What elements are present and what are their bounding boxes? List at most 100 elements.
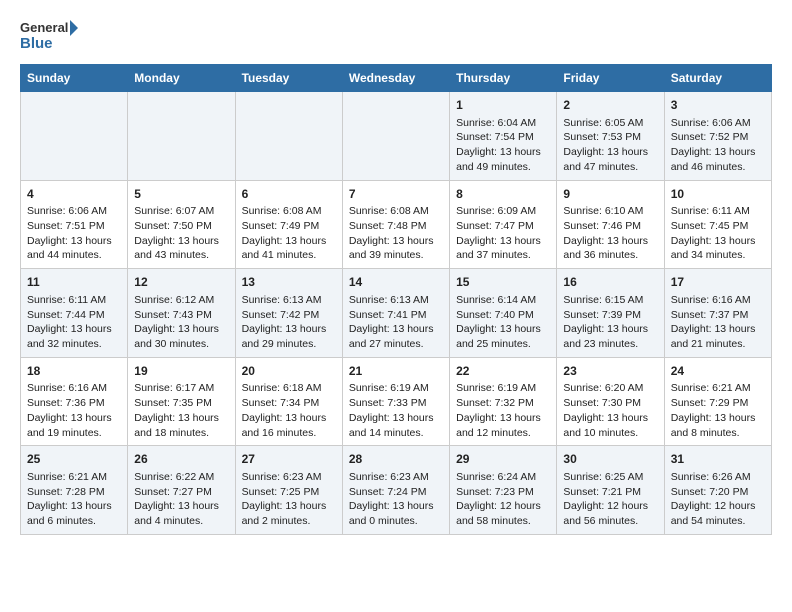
day-number: 6 xyxy=(242,186,336,203)
week-row-1: 1Sunrise: 6:04 AMSunset: 7:54 PMDaylight… xyxy=(21,92,772,181)
day-header-monday: Monday xyxy=(128,65,235,92)
day-number: 25 xyxy=(27,451,121,468)
day-info: and 44 minutes. xyxy=(27,248,121,263)
day-info: Sunrise: 6:21 AM xyxy=(27,470,121,485)
day-number: 27 xyxy=(242,451,336,468)
calendar-cell: 21Sunrise: 6:19 AMSunset: 7:33 PMDayligh… xyxy=(342,357,449,446)
day-info: and 49 minutes. xyxy=(456,160,550,175)
day-info: and 2 minutes. xyxy=(242,514,336,529)
calendar-cell: 16Sunrise: 6:15 AMSunset: 7:39 PMDayligh… xyxy=(557,269,664,358)
day-number: 11 xyxy=(27,274,121,291)
day-info: Sunset: 7:36 PM xyxy=(27,396,121,411)
day-header-saturday: Saturday xyxy=(664,65,771,92)
day-number: 2 xyxy=(563,97,657,114)
calendar-cell: 13Sunrise: 6:13 AMSunset: 7:42 PMDayligh… xyxy=(235,269,342,358)
day-number: 9 xyxy=(563,186,657,203)
calendar-cell: 29Sunrise: 6:24 AMSunset: 7:23 PMDayligh… xyxy=(450,446,557,535)
calendar-cell: 26Sunrise: 6:22 AMSunset: 7:27 PMDayligh… xyxy=(128,446,235,535)
day-number: 10 xyxy=(671,186,765,203)
calendar-cell: 5Sunrise: 6:07 AMSunset: 7:50 PMDaylight… xyxy=(128,180,235,269)
calendar-cell: 30Sunrise: 6:25 AMSunset: 7:21 PMDayligh… xyxy=(557,446,664,535)
header-row: SundayMondayTuesdayWednesdayThursdayFrid… xyxy=(21,65,772,92)
day-info: and 54 minutes. xyxy=(671,514,765,529)
calendar-cell: 9Sunrise: 6:10 AMSunset: 7:46 PMDaylight… xyxy=(557,180,664,269)
day-info: Sunrise: 6:08 AM xyxy=(242,204,336,219)
calendar-cell: 31Sunrise: 6:26 AMSunset: 7:20 PMDayligh… xyxy=(664,446,771,535)
day-info: Daylight: 13 hours xyxy=(671,411,765,426)
day-info: Sunset: 7:42 PM xyxy=(242,308,336,323)
day-info: Sunset: 7:34 PM xyxy=(242,396,336,411)
day-info: Daylight: 13 hours xyxy=(349,411,443,426)
day-info: Sunset: 7:49 PM xyxy=(242,219,336,234)
day-header-tuesday: Tuesday xyxy=(235,65,342,92)
day-info: Daylight: 13 hours xyxy=(563,322,657,337)
calendar-cell: 18Sunrise: 6:16 AMSunset: 7:36 PMDayligh… xyxy=(21,357,128,446)
day-info: Sunrise: 6:13 AM xyxy=(242,293,336,308)
calendar-cell xyxy=(235,92,342,181)
day-info: Daylight: 13 hours xyxy=(671,145,765,160)
day-info: Daylight: 13 hours xyxy=(349,234,443,249)
day-info: and 23 minutes. xyxy=(563,337,657,352)
day-info: Sunset: 7:21 PM xyxy=(563,485,657,500)
day-info: and 0 minutes. xyxy=(349,514,443,529)
day-info: Sunrise: 6:25 AM xyxy=(563,470,657,485)
week-row-5: 25Sunrise: 6:21 AMSunset: 7:28 PMDayligh… xyxy=(21,446,772,535)
day-number: 17 xyxy=(671,274,765,291)
day-info: and 27 minutes. xyxy=(349,337,443,352)
day-info: and 43 minutes. xyxy=(134,248,228,263)
day-info: Daylight: 12 hours xyxy=(456,499,550,514)
day-info: and 36 minutes. xyxy=(563,248,657,263)
day-info: and 25 minutes. xyxy=(456,337,550,352)
day-info: Sunrise: 6:07 AM xyxy=(134,204,228,219)
day-info: and 19 minutes. xyxy=(27,426,121,441)
day-info: Sunset: 7:24 PM xyxy=(349,485,443,500)
day-header-sunday: Sunday xyxy=(21,65,128,92)
day-info: Sunset: 7:27 PM xyxy=(134,485,228,500)
day-info: Sunrise: 6:17 AM xyxy=(134,381,228,396)
day-info: Daylight: 13 hours xyxy=(671,322,765,337)
day-info: Daylight: 13 hours xyxy=(27,322,121,337)
day-info: Sunset: 7:53 PM xyxy=(563,130,657,145)
day-info: Daylight: 13 hours xyxy=(242,234,336,249)
day-info: Sunset: 7:40 PM xyxy=(456,308,550,323)
day-info: Sunset: 7:23 PM xyxy=(456,485,550,500)
day-header-wednesday: Wednesday xyxy=(342,65,449,92)
day-info: Daylight: 13 hours xyxy=(456,411,550,426)
day-info: Sunset: 7:25 PM xyxy=(242,485,336,500)
calendar-cell: 4Sunrise: 6:06 AMSunset: 7:51 PMDaylight… xyxy=(21,180,128,269)
day-info: Daylight: 13 hours xyxy=(134,234,228,249)
day-info: Sunset: 7:43 PM xyxy=(134,308,228,323)
day-info: Daylight: 13 hours xyxy=(349,322,443,337)
day-info: Sunset: 7:45 PM xyxy=(671,219,765,234)
day-info: and 4 minutes. xyxy=(134,514,228,529)
day-info: Sunrise: 6:08 AM xyxy=(349,204,443,219)
day-info: Sunrise: 6:24 AM xyxy=(456,470,550,485)
day-info: Daylight: 13 hours xyxy=(27,234,121,249)
calendar-cell: 2Sunrise: 6:05 AMSunset: 7:53 PMDaylight… xyxy=(557,92,664,181)
day-number: 14 xyxy=(349,274,443,291)
day-info: and 8 minutes. xyxy=(671,426,765,441)
day-info: Sunrise: 6:06 AM xyxy=(671,116,765,131)
day-info: Daylight: 13 hours xyxy=(27,411,121,426)
day-number: 24 xyxy=(671,363,765,380)
calendar-cell xyxy=(21,92,128,181)
day-info: Sunrise: 6:13 AM xyxy=(349,293,443,308)
day-info: and 41 minutes. xyxy=(242,248,336,263)
day-number: 31 xyxy=(671,451,765,468)
day-info: Sunrise: 6:19 AM xyxy=(456,381,550,396)
day-info: and 10 minutes. xyxy=(563,426,657,441)
day-info: Sunrise: 6:26 AM xyxy=(671,470,765,485)
day-info: Sunset: 7:51 PM xyxy=(27,219,121,234)
logo: General Blue xyxy=(20,16,80,56)
day-info: Daylight: 13 hours xyxy=(563,145,657,160)
day-number: 3 xyxy=(671,97,765,114)
day-number: 26 xyxy=(134,451,228,468)
day-number: 4 xyxy=(27,186,121,203)
day-number: 5 xyxy=(134,186,228,203)
day-info: Sunrise: 6:15 AM xyxy=(563,293,657,308)
day-info: Daylight: 13 hours xyxy=(242,411,336,426)
day-info: Sunrise: 6:23 AM xyxy=(349,470,443,485)
day-header-friday: Friday xyxy=(557,65,664,92)
svg-text:Blue: Blue xyxy=(20,35,53,52)
day-number: 12 xyxy=(134,274,228,291)
